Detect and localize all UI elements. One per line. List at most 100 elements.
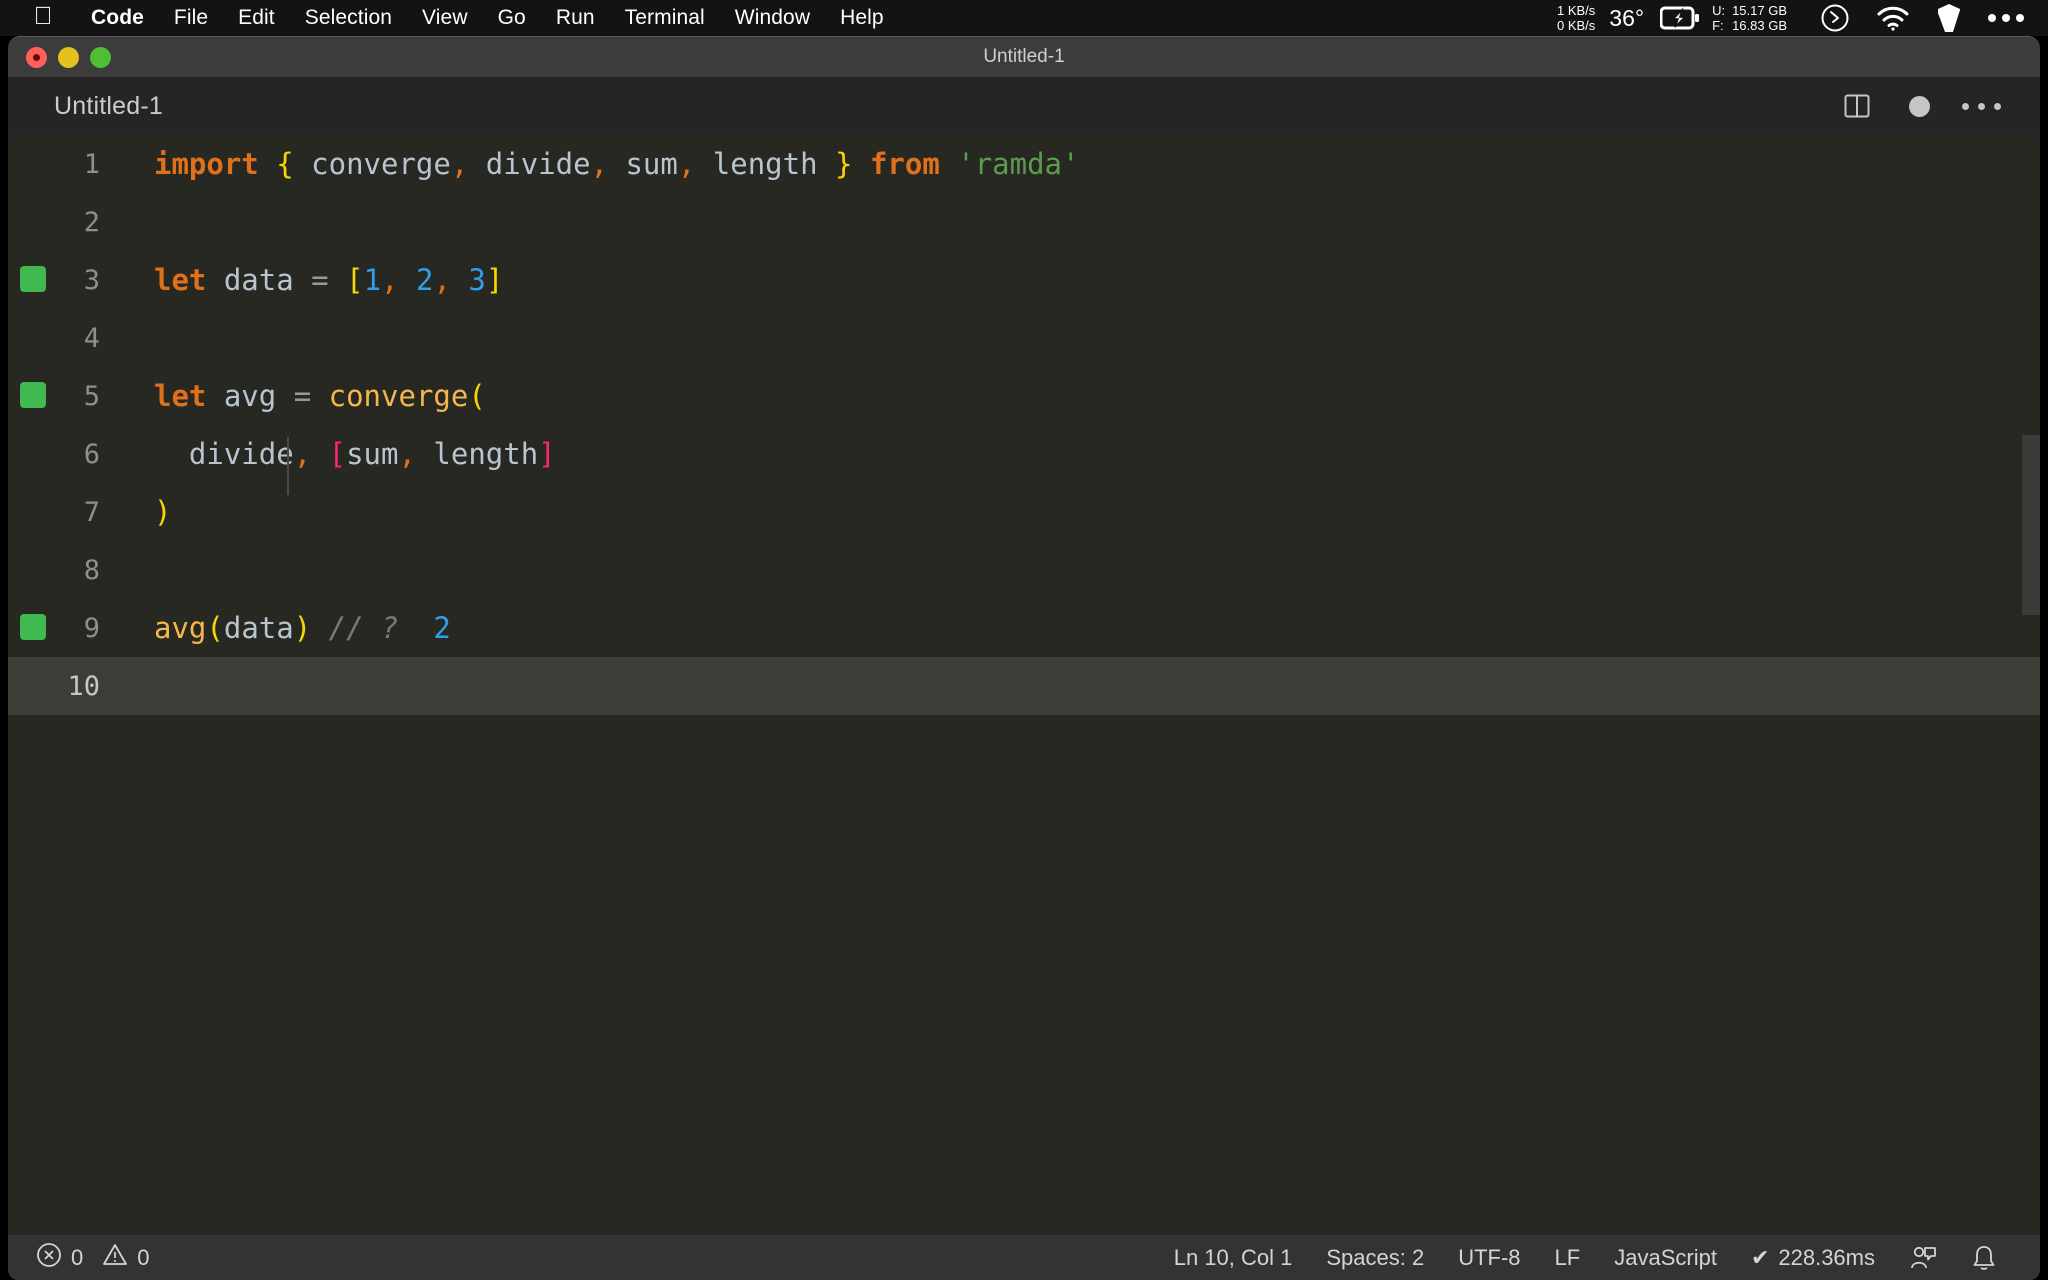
menu-item-run[interactable]: Run (541, 6, 610, 30)
code-line-1[interactable]: 1 import { converge, divide, sum, length … (8, 135, 2040, 193)
code-token: data (206, 263, 312, 297)
editor-vertical-scrollbar[interactable] (2022, 435, 2040, 615)
cursor-position-status[interactable]: Ln 10, Col 1 (1157, 1245, 1310, 1271)
indentation-status[interactable]: Spaces: 2 (1309, 1245, 1441, 1271)
more-actions-icon[interactable] (1950, 77, 2012, 135)
wifi-icon[interactable] (1876, 5, 1910, 31)
window-title-bar: Untitled-1 (8, 37, 2040, 77)
editor-tab-untitled-1[interactable]: Untitled-1 (8, 92, 163, 121)
split-editor-icon[interactable] (1826, 77, 1888, 135)
network-speed-indicator[interactable]: 1 KB/s 0 KB/s (1557, 3, 1595, 33)
feedback-icon[interactable] (1892, 1244, 1954, 1272)
network-download-speed: 0 KB/s (1556, 18, 1596, 33)
temperature-indicator[interactable]: 36° (1609, 5, 1644, 32)
eol-status[interactable]: LF (1538, 1245, 1598, 1271)
code-token: 2 (415, 263, 434, 297)
status-bar-left: 0 0 (8, 1242, 150, 1274)
line-number: 10 (67, 670, 100, 702)
code-token: [ (328, 437, 347, 471)
memory-indicator[interactable]: U: F: 15.17 GB 16.83 GB (1712, 3, 1787, 33)
code-token: ] (485, 263, 504, 297)
code-token: [ (346, 263, 364, 297)
menu-bar-status-items: 1 KB/s 0 KB/s 36° U: F: 15.17 GB 16.83 G… (1557, 0, 2048, 36)
memory-used-value: 15.17 GB (1732, 3, 1787, 18)
code-line-10[interactable]: 10 (8, 657, 2040, 715)
clock-icon[interactable] (1820, 3, 1850, 33)
code-token: , (398, 437, 416, 471)
code-token: length (415, 437, 539, 471)
quokka-runtime: 228.36ms (1778, 1245, 1875, 1270)
error-circle-icon (36, 1242, 62, 1274)
menu-bar-items:  Code File Edit Selection View Go Run T… (0, 0, 899, 36)
menu-item-edit[interactable]: Edit (223, 6, 290, 30)
apple-logo-icon[interactable]:  (30, 1, 56, 31)
shield-icon[interactable] (1936, 3, 1962, 33)
line-number: 6 (83, 438, 100, 470)
code-token: import (154, 147, 259, 181)
menu-item-view[interactable]: View (407, 6, 483, 30)
code-token: sum (346, 437, 399, 471)
code-token: , (677, 147, 696, 181)
menu-item-terminal[interactable]: Terminal (610, 6, 720, 30)
code-token: , (381, 263, 399, 297)
encoding-status[interactable]: UTF-8 (1441, 1245, 1537, 1271)
code-token: } (835, 147, 853, 181)
zoom-button[interactable] (90, 46, 111, 68)
code-token: ) (293, 611, 312, 645)
code-token: 3 (468, 263, 486, 297)
menu-item-selection[interactable]: Selection (290, 6, 407, 30)
check-icon: ✔ (1750, 1245, 1770, 1270)
bell-icon[interactable] (1954, 1244, 2014, 1272)
line-content[interactable]: let data = [1, 2, 3] (138, 263, 2040, 297)
code-line-9[interactable]: 9 avg(data) // ? 2 (8, 599, 2040, 657)
battery-charging-icon[interactable] (1660, 6, 1700, 30)
ellipsis-icon[interactable] (1988, 14, 2024, 22)
code-line-6[interactable]: 6 divide, [sum, length] (8, 425, 2040, 495)
code-line-7[interactable]: 7) (8, 483, 2040, 541)
line-number: 2 (83, 206, 100, 238)
code-token: = (311, 263, 329, 297)
code-token: length (695, 147, 835, 181)
line-number: 4 (83, 322, 100, 354)
quokka-status[interactable]: ✔ 228.36ms (1734, 1245, 1892, 1271)
code-token: divide (154, 437, 294, 471)
menu-item-go[interactable]: Go (483, 6, 541, 30)
code-token: 1 (363, 263, 382, 297)
menu-item-window[interactable]: Window (720, 6, 825, 30)
code-token: ) (154, 495, 172, 529)
traffic-lights (8, 46, 111, 68)
code-token: divide (468, 147, 591, 181)
code-token: 2 (433, 611, 451, 645)
code-line-2[interactable]: 2 (8, 193, 2040, 251)
menu-item-file[interactable]: File (159, 6, 223, 30)
status-bar: 0 0 Ln 10, Col 1 Spaces: 2 UTF-8 LF Java… (8, 1235, 2040, 1280)
menu-item-code[interactable]: Code (76, 6, 159, 30)
code-token: ( (206, 611, 224, 645)
line-content[interactable]: import { converge, divide, sum, length }… (138, 147, 2040, 181)
minimize-button[interactable] (58, 46, 79, 68)
language-mode-status[interactable]: JavaScript (1597, 1245, 1734, 1271)
code-line-4[interactable]: 4 (8, 309, 2040, 367)
menu-item-help[interactable]: Help (825, 6, 899, 30)
line-content[interactable]: ) (138, 495, 2040, 529)
code-line-5[interactable]: 5 let avg = converge( (8, 367, 2040, 425)
line-content[interactable]: let avg = converge( (138, 379, 2040, 413)
code-editor[interactable]: 1 import { converge, divide, sum, length … (8, 135, 2040, 1235)
status-bar-right: Ln 10, Col 1 Spaces: 2 UTF-8 LF JavaScri… (1157, 1244, 2040, 1272)
quokka-gutter-marker (20, 266, 46, 292)
problems-status[interactable]: 0 0 (36, 1242, 150, 1274)
code-lines-container: 1 import { converge, divide, sum, length … (8, 135, 2040, 715)
unsaved-dot-icon[interactable] (1888, 77, 1950, 135)
line-content[interactable]: avg(data) // ? 2 (138, 611, 2040, 645)
quokka-gutter-marker (20, 614, 46, 640)
close-button[interactable] (26, 46, 47, 68)
code-line-8[interactable]: 8 (8, 541, 2040, 599)
vscode-window: Untitled-1 Untitled-1 1 import { converge… (8, 36, 2040, 1280)
code-token: , (590, 147, 608, 181)
line-content[interactable]: divide, [sum, length] (138, 437, 2040, 495)
code-token: ] (538, 437, 556, 471)
code-token: , (433, 263, 451, 297)
code-line-3[interactable]: 3 let data = [1, 2, 3] (8, 251, 2040, 309)
